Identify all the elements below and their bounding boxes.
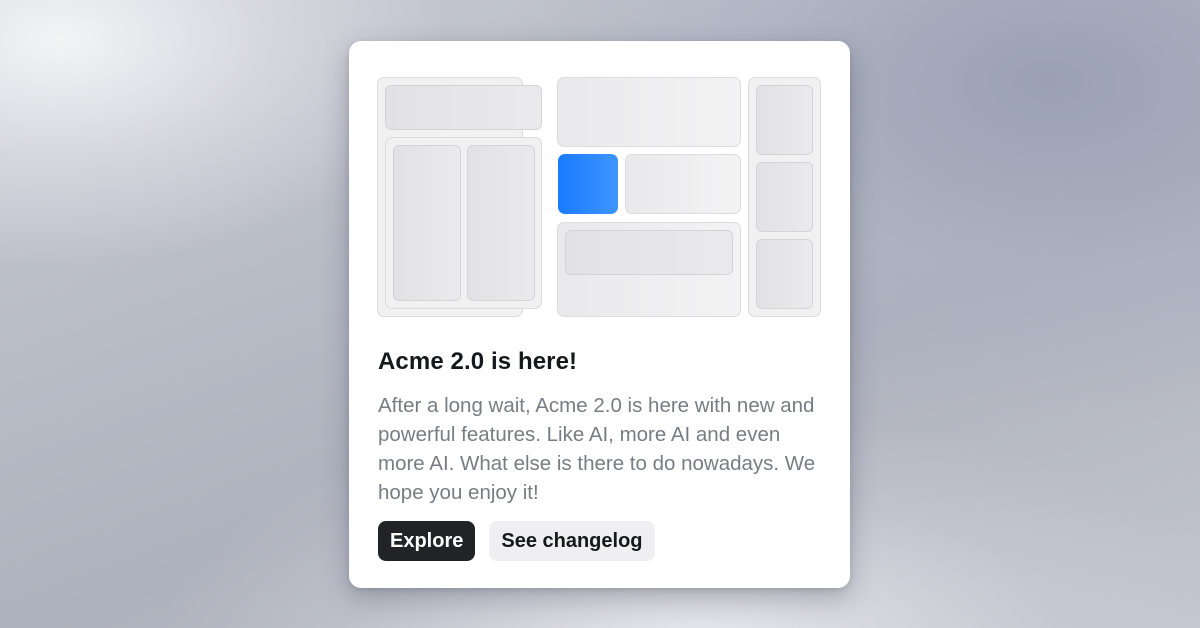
illustration-left-col-b xyxy=(467,145,535,301)
card-title: Acme 2.0 is here! xyxy=(378,348,578,375)
see-changelog-button[interactable]: See changelog xyxy=(489,521,655,561)
illustration-middle-top xyxy=(557,77,741,147)
illustration-right-tile-2 xyxy=(756,162,813,232)
illustration-middle-bottom-bar xyxy=(565,230,733,275)
announcement-card: Acme 2.0 is here! After a long wait, Acm… xyxy=(349,41,850,588)
illustration-left-header xyxy=(385,85,542,130)
feature-illustration xyxy=(377,77,823,319)
explore-button[interactable]: Explore xyxy=(378,521,476,561)
illustration-left-col-a xyxy=(393,145,461,301)
card-description: After a long wait, Acme 2.0 is here with… xyxy=(378,394,816,504)
illustration-middle-right xyxy=(625,154,741,214)
card-actions: Explore See changelog xyxy=(378,521,655,561)
illustration-right-tile-3 xyxy=(756,239,813,309)
illustration-accent-square xyxy=(558,154,618,214)
illustration-right-tile-1 xyxy=(756,85,813,155)
